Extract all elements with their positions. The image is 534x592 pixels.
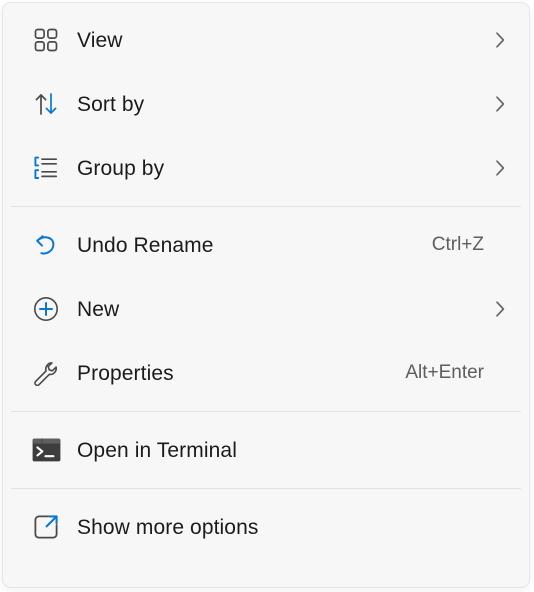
menu-separator [11, 411, 521, 412]
menu-separator [11, 488, 521, 489]
menu-item-shortcut: Alt+Enter [405, 362, 484, 383]
terminal-icon [15, 427, 77, 473]
context-menu: View Sort by Group by Undo Rename Ctrl+Z… [2, 2, 530, 588]
open-external-icon [15, 504, 77, 550]
chevron-right-icon [485, 94, 507, 114]
menu-item-properties[interactable]: Properties Alt+Enter [7, 341, 525, 405]
undo-arrow-icon [15, 222, 77, 268]
menu-item-sort-by[interactable]: Sort by [7, 72, 525, 136]
group-list-icon [15, 145, 77, 191]
menu-item-open-in-terminal[interactable]: Open in Terminal [7, 418, 525, 482]
menu-item-label: View [77, 28, 123, 52]
menu-item-group-by[interactable]: Group by [7, 136, 525, 200]
menu-item-new[interactable]: New [7, 277, 525, 341]
menu-item-view[interactable]: View [7, 8, 525, 72]
plus-circle-icon [15, 286, 77, 332]
chevron-right-icon [485, 299, 507, 319]
menu-item-shortcut: Ctrl+Z [431, 234, 484, 255]
chevron-right-icon [485, 158, 507, 178]
menu-item-show-more-options[interactable]: Show more options [7, 495, 525, 559]
menu-group-view: View Sort by Group by [3, 8, 529, 200]
menu-group-more: Show more options [3, 495, 529, 559]
menu-item-label: Sort by [77, 92, 145, 116]
sort-arrows-icon [15, 81, 77, 127]
menu-separator [11, 206, 521, 207]
menu-item-label: Undo Rename [77, 233, 214, 257]
menu-item-label: Group by [77, 156, 165, 180]
wrench-icon [15, 350, 77, 396]
menu-item-undo-rename[interactable]: Undo Rename Ctrl+Z [7, 213, 525, 277]
menu-group-terminal: Open in Terminal [3, 418, 529, 482]
menu-item-label: New [77, 297, 120, 321]
chevron-right-icon [485, 30, 507, 50]
grid-2x2-icon [15, 17, 77, 63]
menu-item-label: Open in Terminal [77, 438, 237, 462]
menu-item-label: Show more options [77, 515, 259, 539]
menu-group-actions: Undo Rename Ctrl+Z New Properties Alt+En… [3, 213, 529, 405]
menu-item-label: Properties [77, 361, 174, 385]
